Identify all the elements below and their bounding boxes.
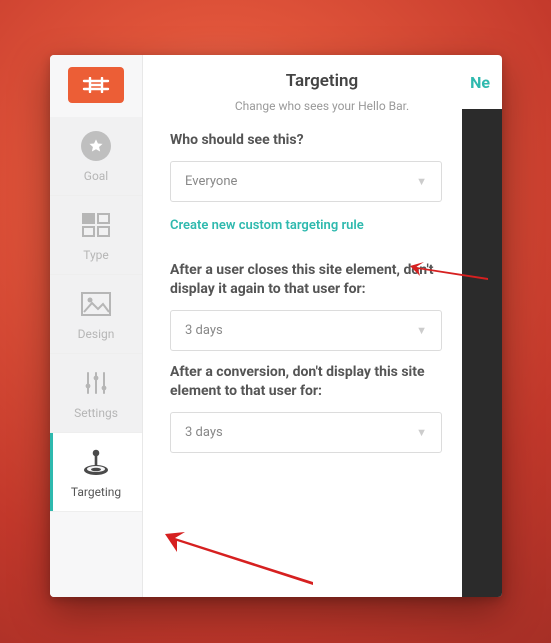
select-close-delay[interactable]: 3 days ▼ xyxy=(170,310,442,351)
image-icon xyxy=(79,287,113,321)
sidebar-item-label: Goal xyxy=(84,169,108,183)
page-subtitle: Change who sees your Hello Bar. xyxy=(142,99,502,113)
sidebar: Goal Type xyxy=(50,55,143,597)
sidebar-item-settings[interactable]: Settings xyxy=(50,354,142,433)
select-value: Everyone xyxy=(185,174,237,189)
app-window: Ne Goal xyxy=(50,55,502,597)
label-conversion-delay: After a conversion, don't display this s… xyxy=(170,363,442,402)
logo[interactable] xyxy=(68,67,124,103)
joystick-icon xyxy=(79,445,113,479)
label-close-delay: After a user closes this site element, d… xyxy=(170,261,442,300)
sidebar-item-type[interactable]: Type xyxy=(50,196,142,275)
sidebar-item-targeting[interactable]: Targeting xyxy=(50,433,142,512)
select-value: 3 days xyxy=(185,425,223,440)
chevron-down-icon: ▼ xyxy=(416,426,427,439)
sidebar-item-label: Design xyxy=(78,327,115,341)
label-audience: Who should see this? xyxy=(170,131,442,151)
grid-icon xyxy=(79,208,113,242)
form: Who should see this? Everyone ▼ Create n… xyxy=(142,131,470,453)
sidebar-item-label: Type xyxy=(83,248,109,262)
nav: Goal Type xyxy=(50,117,142,512)
sidebar-item-design[interactable]: Design xyxy=(50,275,142,354)
sidebar-item-label: Settings xyxy=(74,406,118,420)
star-icon xyxy=(79,129,113,163)
select-conversion-delay[interactable]: 3 days ▼ xyxy=(170,412,442,453)
main-panel: Targeting Change who sees your Hello Bar… xyxy=(142,55,502,597)
select-audience[interactable]: Everyone ▼ xyxy=(170,161,442,202)
sliders-icon xyxy=(79,366,113,400)
sidebar-item-label: Targeting xyxy=(71,485,121,499)
sidebar-item-goal[interactable]: Goal xyxy=(50,117,142,196)
chevron-down-icon: ▼ xyxy=(416,324,427,337)
chevron-down-icon: ▼ xyxy=(416,175,427,188)
create-rule-link[interactable]: Create new custom targeting rule xyxy=(170,218,364,233)
page-title: Targeting xyxy=(142,55,502,99)
select-value: 3 days xyxy=(185,323,223,338)
